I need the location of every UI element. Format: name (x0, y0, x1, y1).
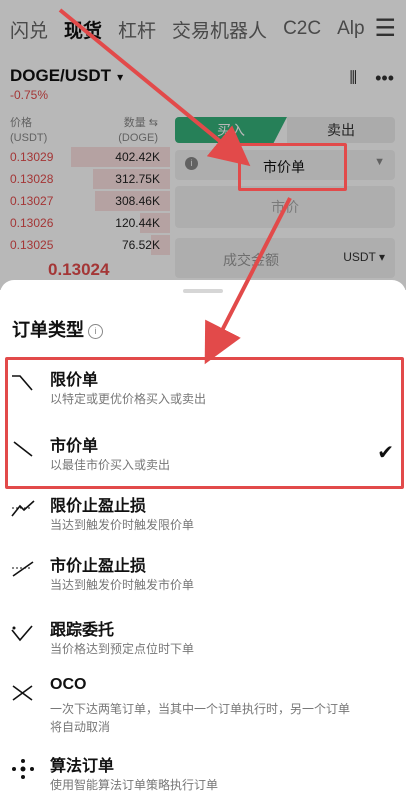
annotation-arrows (58, 8, 292, 365)
annotation-arrow-2 (204, 197, 292, 365)
annotation-arrow-1 (58, 8, 251, 167)
